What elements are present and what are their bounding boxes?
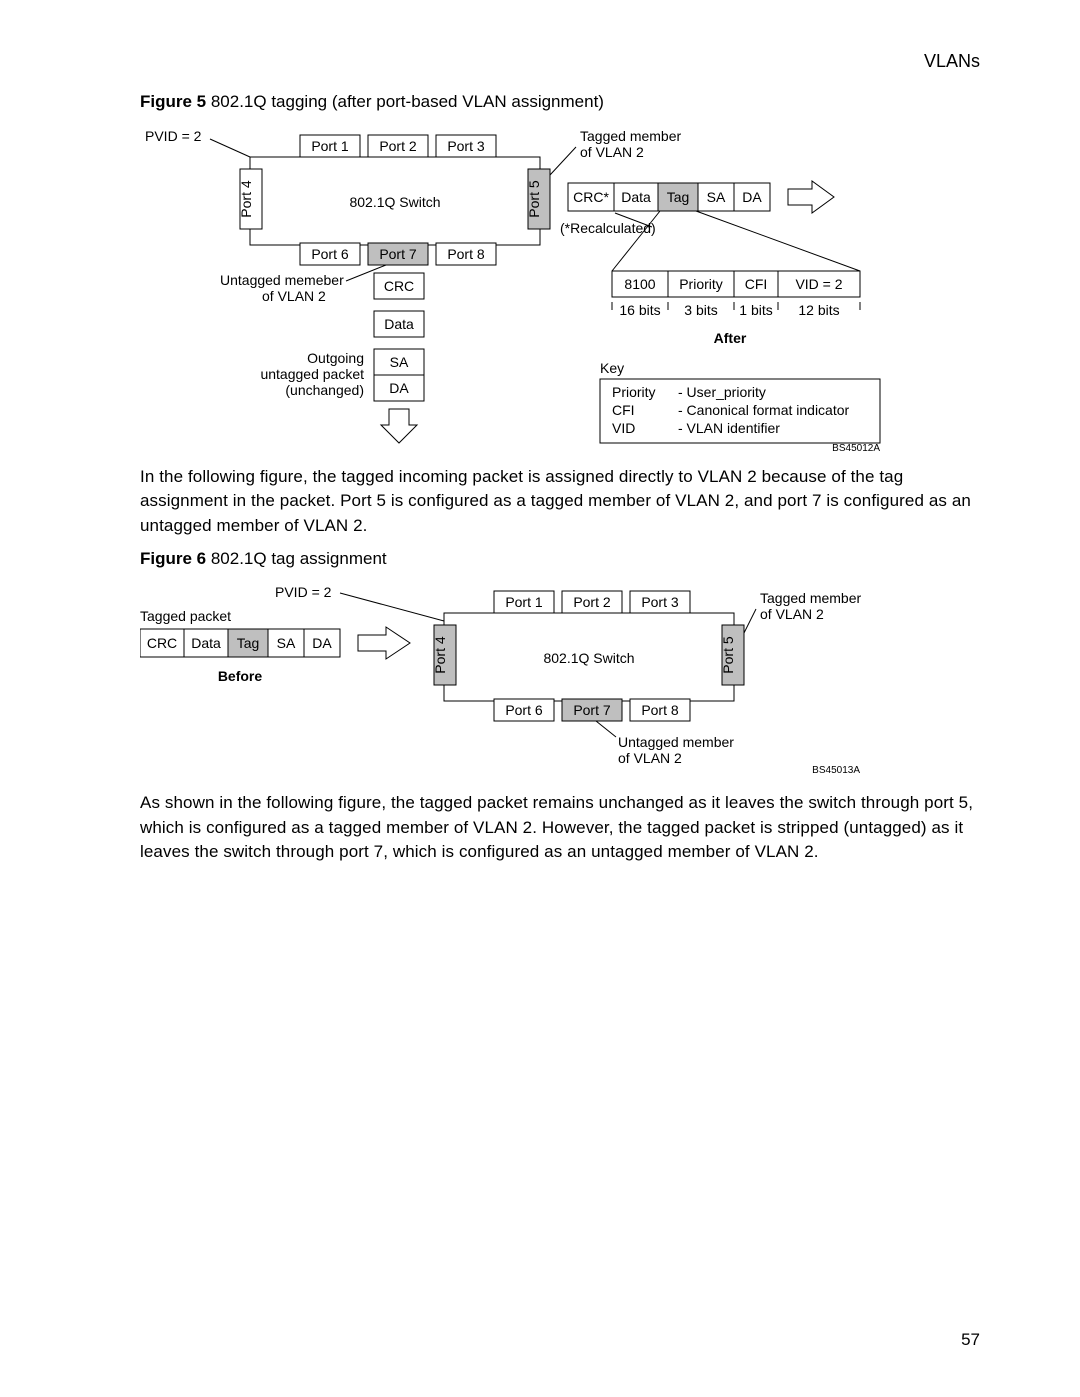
pvid-label6: PVID = 2 [275,584,332,600]
arrow-icon [788,181,834,213]
ofvlan2-label: of VLAN 2 [580,144,644,160]
figure5-label: Figure 5 [140,92,206,111]
svg-text:Priority: Priority [612,384,656,400]
figure5-diagram: PVID = 2 802.1Q Switch Port 1 Port 2 Por… [140,121,980,451]
tagged-packet-label: Tagged packet [140,608,231,624]
outgoing3: (unchanged) [285,382,364,398]
paragraph1: In the following figure, the tagged inco… [140,465,980,539]
port8: Port 8 [447,246,485,262]
untagged-label2: of VLAN 2 [262,288,326,304]
ofvlan2-6a: of VLAN 2 [760,606,824,622]
svg-text:Port 6: Port 6 [505,702,543,718]
svg-text:- VLAN identifier: - VLAN identifier [678,420,780,436]
svg-text:Port 4: Port 4 [432,636,448,674]
svg-text:CRC: CRC [147,635,177,651]
paragraph2: As shown in the following figure, the ta… [140,791,980,865]
svg-text:Data: Data [384,316,414,332]
outgoing-packet-column: CRC Data SA DA [374,273,424,401]
before-label: Before [218,668,263,684]
svg-text:CFI: CFI [612,402,635,418]
svg-text:- User_priority: - User_priority [678,384,766,400]
taggedmember-label: Tagged member [580,128,682,144]
refcode6: BS45013A [812,765,860,776]
svg-text:CFI: CFI [745,276,768,292]
svg-text:Data: Data [191,635,221,651]
port2: Port 2 [379,138,417,154]
refcode: BS45012A [832,443,880,451]
svg-text:Tag: Tag [237,635,260,651]
svg-text:Port 3: Port 3 [641,594,679,610]
figure6-caption-text: 802.1Q tag assignment [206,549,387,568]
arrow-icon [358,627,410,659]
svg-text:SA: SA [277,635,296,651]
svg-text:DA: DA [389,380,409,396]
page: VLANs Figure 5 802.1Q tagging (after por… [0,0,1080,1397]
svg-text:DA: DA [312,635,332,651]
incoming-packet-row: CRC Data Tag SA DA [140,629,340,657]
svg-text:Data: Data [621,189,651,205]
svg-text:DA: DA [742,189,762,205]
figure5-caption: Figure 5 802.1Q tagging (after port-base… [140,90,980,115]
untagged6: Untagged member [618,734,734,750]
port4: Port 4 [238,180,254,218]
svg-text:CRC*: CRC* [573,189,609,205]
port7: Port 7 [379,246,417,262]
port1: Port 1 [311,138,349,154]
svg-text:Port 2: Port 2 [573,594,611,610]
arrow-icon [381,409,417,443]
svg-text:CRC: CRC [384,278,414,294]
svg-text:Port 8: Port 8 [641,702,679,718]
svg-text:Port 7: Port 7 [573,702,611,718]
outgoing1: Outgoing [307,350,364,366]
figure6-caption: Figure 6 802.1Q tag assignment [140,547,980,572]
svg-text:Port 1: Port 1 [505,594,543,610]
figure6-label: Figure 6 [140,549,206,568]
svg-text:16 bits: 16 bits [619,302,660,318]
svg-text:- Canonical format indicator: - Canonical format indicator [678,402,850,418]
key-title: Key [600,360,624,376]
untagged-label1: Untagged memeber [220,272,344,288]
svg-text:Tag: Tag [667,189,690,205]
outgoing2: untagged packet [260,366,364,382]
figure5-caption-text: 802.1Q tagging (after port-based VLAN as… [206,92,604,111]
port5: Port 5 [526,180,542,218]
svg-text:Priority: Priority [679,276,723,292]
after-label: After [714,330,747,346]
svg-text:SA: SA [707,189,726,205]
svg-text:VID: VID [612,420,635,436]
port6: Port 6 [311,246,349,262]
pvid-label: PVID = 2 [145,128,202,144]
svg-text:8100: 8100 [624,276,655,292]
taggedmember6: Tagged member [760,590,862,606]
svg-text:1 bits: 1 bits [739,302,772,318]
svg-text:VID = 2: VID = 2 [795,276,842,292]
header-title: VLANs [924,48,980,74]
figure6-diagram: PVID = 2 Tagged packet CRC Data Tag SA D… [140,577,980,777]
tag-breakdown: 8100 Priority CFI VID = 2 16 bits 3 bits… [612,271,860,318]
svg-text:12 bits: 12 bits [798,302,839,318]
svg-text:3 bits: 3 bits [684,302,717,318]
ofvlan2-6b: of VLAN 2 [618,750,682,766]
port3: Port 3 [447,138,485,154]
switch-label: 802.1Q Switch [349,194,440,210]
tagged-packet-row: CRC* Data Tag SA DA [568,183,770,211]
page-number: 57 [961,1328,980,1353]
switch-label6: 802.1Q Switch [543,650,634,666]
svg-text:SA: SA [390,354,409,370]
svg-text:Port 5: Port 5 [720,636,736,674]
